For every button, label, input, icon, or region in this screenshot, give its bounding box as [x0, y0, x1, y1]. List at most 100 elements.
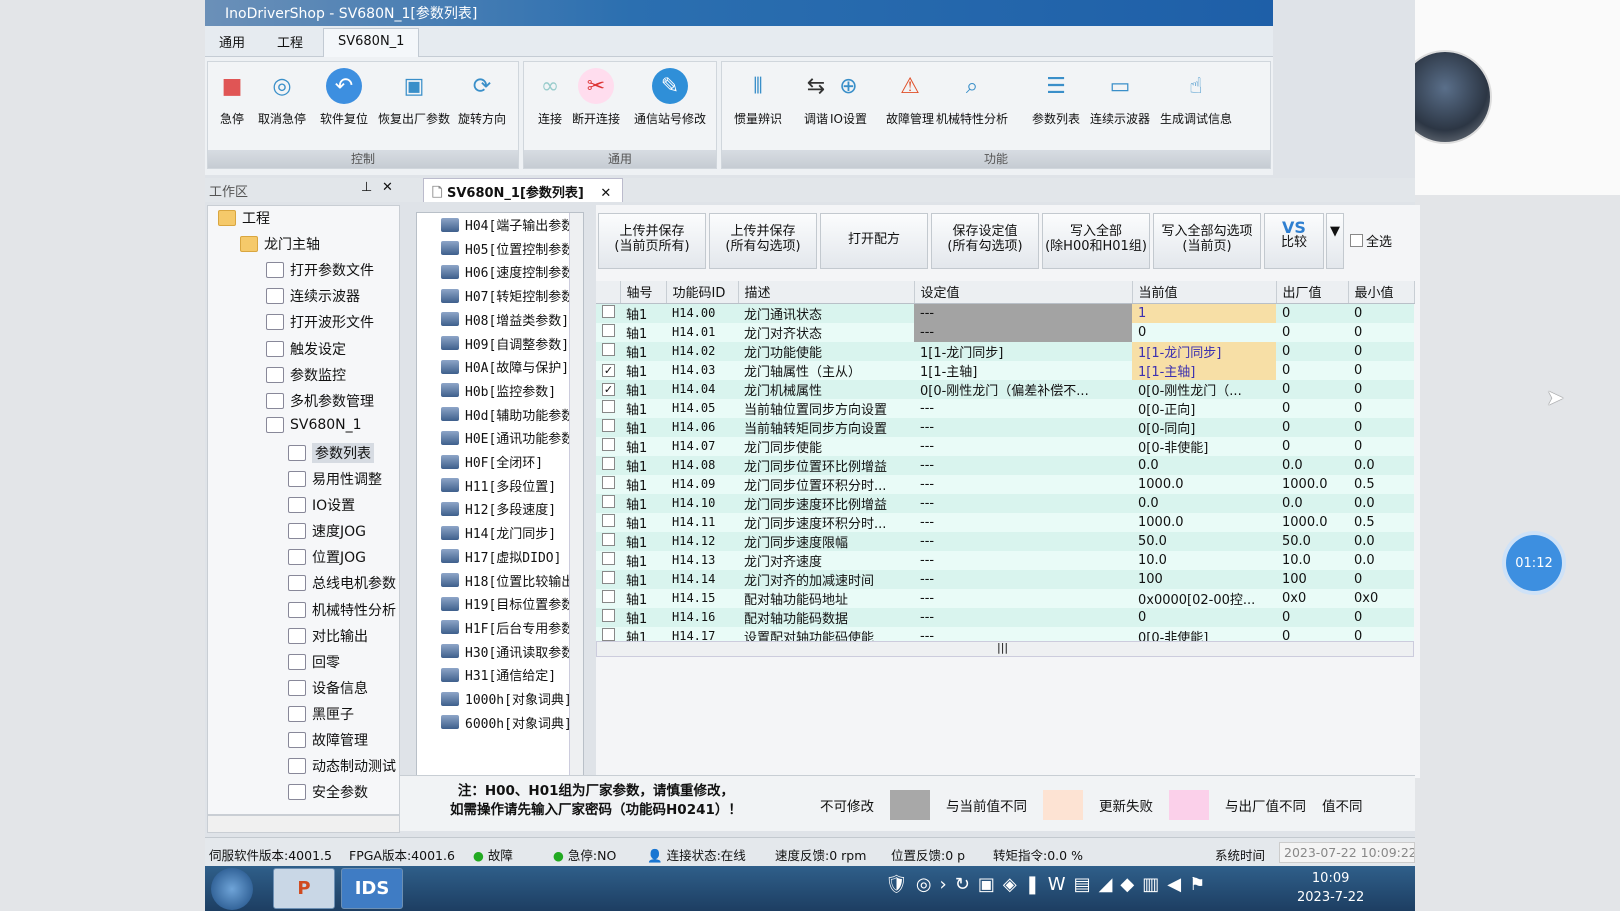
param-group-item[interactable]: H30[通讯读取参数]: [441, 642, 582, 661]
set-value-cell[interactable]: ---: [914, 607, 1132, 627]
tab-general[interactable]: 通用: [219, 32, 245, 51]
param-group-item[interactable]: H11[多段位置]: [441, 476, 556, 495]
param-group-item[interactable]: H04[端子输出参数]: [441, 215, 582, 234]
close-icon[interactable]: ✕: [382, 180, 393, 195]
toolbar-button[interactable]: 写入全部勾选项 (当前页): [1153, 213, 1261, 269]
row-checkbox-cell[interactable]: ✓: [596, 360, 620, 380]
table-row[interactable]: 轴1 H14.10 龙门同步速度环比例增益 --- 0.0 0.0 0.0: [596, 493, 1414, 513]
clock[interactable]: 10:09 2023-7-22: [1297, 869, 1364, 907]
param-group-item[interactable]: H31[通信给定]: [441, 665, 556, 684]
param-group-item[interactable]: H05[位置控制参数]: [441, 239, 582, 258]
set-value-cell[interactable]: ---: [914, 303, 1132, 323]
toolbar-button[interactable]: 上传并保存 (当前页所有): [598, 213, 706, 269]
row-checkbox-cell[interactable]: [596, 493, 620, 513]
column-header[interactable]: 设定值: [914, 281, 1133, 304]
compare-dropdown-icon[interactable]: ▼: [1326, 213, 1344, 269]
table-scrollbar[interactable]: |||: [596, 641, 1414, 657]
param-group-item[interactable]: H17[虚拟DIDO]: [441, 547, 561, 566]
row-checkbox[interactable]: [602, 342, 615, 356]
set-value-cell[interactable]: ---: [914, 398, 1132, 418]
param-group-item[interactable]: H19[目标位置参数]: [441, 594, 582, 613]
table-row[interactable]: 轴1 H14.09 龙门同步位置环积分时... --- 1000.0 1000.0 0.5: [596, 474, 1414, 494]
table-row[interactable]: 轴1 H14.02 龙门功能使能 1[1-龙门同步] 1[1-龙门同步] 0 0: [596, 341, 1414, 361]
连续示波器-button[interactable]: ▭ 连续示波器: [1090, 68, 1150, 127]
table-row[interactable]: 轴1 H14.15 配对轴功能码地址 --- 0x0000[02-00控... 0x0 0x…: [596, 588, 1414, 608]
tree-item[interactable]: 龙门主轴: [240, 234, 320, 254]
参数列表-button[interactable]: ☰ 参数列表: [1032, 68, 1080, 127]
IO设置-button[interactable]: ⊕ IO设置: [830, 68, 867, 127]
table-row[interactable]: 轴1 H14.14 龙门对齐的加减速时间 --- 100 100 0: [596, 569, 1414, 589]
row-checkbox[interactable]: ✓: [602, 363, 615, 377]
table-row[interactable]: 轴1 H14.12 龙门同步速度限幅 --- 50.0 50.0 0.0: [596, 531, 1414, 551]
column-header[interactable]: 出厂值: [1276, 281, 1349, 304]
toolbar-button[interactable]: 上传并保存 (所有勾选项): [709, 213, 817, 269]
tree-item[interactable]: 动态制动测试: [288, 756, 396, 776]
恢复出厂参数-button[interactable]: ▣ 恢复出厂参数: [378, 68, 450, 127]
row-checkbox[interactable]: [602, 418, 615, 432]
row-checkbox[interactable]: [602, 570, 615, 584]
param-group-item[interactable]: 6000h[对象词典]: [441, 713, 572, 732]
close-tab-icon[interactable]: ✕: [600, 186, 611, 201]
horizontal-scrollbar[interactable]: [207, 815, 400, 833]
生成调试信息-button[interactable]: ☝ 生成调试信息: [1160, 68, 1232, 127]
row-checkbox[interactable]: ✓: [602, 382, 615, 396]
set-value-cell[interactable]: ---: [914, 493, 1132, 513]
checkbox[interactable]: [1350, 234, 1363, 247]
document-tab[interactable]: 🗋 SV680N_1[参数列表] ✕: [423, 178, 623, 202]
tree-item[interactable]: 总线电机参数: [288, 573, 396, 593]
row-checkbox-cell[interactable]: ✓: [596, 379, 620, 399]
param-group-item[interactable]: H0d[辅助功能参数]: [441, 405, 582, 424]
param-group-item[interactable]: H0b[监控参数]: [441, 381, 556, 400]
set-value-cell[interactable]: 0[0-刚性龙门（偏差补偿不...: [914, 379, 1132, 399]
row-checkbox-cell[interactable]: [596, 436, 620, 456]
tree-item[interactable]: 机械特性分析: [288, 600, 396, 620]
param-group-item[interactable]: H0E[通讯功能参数]: [441, 428, 582, 447]
param-group-item[interactable]: H07[转矩控制参数]: [441, 286, 582, 305]
tree-item[interactable]: 打开参数文件: [266, 260, 374, 280]
param-group-item[interactable]: H06[速度控制参数]: [441, 262, 582, 281]
tree-item[interactable]: 多机参数管理: [266, 391, 374, 411]
row-checkbox-cell[interactable]: [596, 341, 620, 361]
row-checkbox[interactable]: [602, 456, 615, 470]
row-checkbox[interactable]: [602, 551, 615, 565]
tree-item[interactable]: 对比输出: [288, 626, 368, 646]
param-group-item[interactable]: H12[多段速度]: [441, 499, 556, 518]
start-button[interactable]: [211, 868, 253, 910]
row-checkbox-cell[interactable]: [596, 588, 620, 608]
table-row[interactable]: 轴1 H14.08 龙门同步位置环比例增益 --- 0.0 0.0 0.0: [596, 455, 1414, 475]
set-value-cell[interactable]: ---: [914, 569, 1132, 589]
row-checkbox[interactable]: [602, 475, 615, 489]
row-checkbox[interactable]: [602, 532, 615, 546]
软件复位-button[interactable]: ↶ 软件复位: [320, 68, 368, 127]
row-checkbox[interactable]: [602, 437, 615, 451]
set-value-cell[interactable]: ---: [914, 417, 1132, 437]
table-row[interactable]: 轴1 H14.06 当前轴转矩同步方向设置 --- 0[0-同向] 0 0: [596, 417, 1414, 437]
旋转方向-button[interactable]: ⟳ 旋转方向: [458, 68, 506, 127]
row-checkbox[interactable]: [602, 399, 615, 413]
table-row[interactable]: 轴1 H14.13 龙门对齐速度 --- 10.0 10.0 0.0: [596, 550, 1414, 570]
row-checkbox-cell[interactable]: [596, 455, 620, 475]
row-checkbox-cell[interactable]: [596, 569, 620, 589]
column-header[interactable]: 轴号: [620, 281, 667, 304]
tab-project[interactable]: 工程: [277, 32, 303, 51]
tree-item[interactable]: IO设置: [288, 495, 355, 515]
急停-button[interactable]: ■ 急停: [214, 68, 250, 127]
row-checkbox-cell[interactable]: [596, 474, 620, 494]
row-checkbox-cell[interactable]: [596, 303, 620, 323]
set-value-cell[interactable]: ---: [914, 588, 1132, 608]
set-value-cell[interactable]: ---: [914, 531, 1132, 551]
row-checkbox[interactable]: [602, 494, 615, 508]
toolbar-button[interactable]: 写入全部 (除H00和H01组): [1042, 213, 1150, 269]
row-checkbox[interactable]: [602, 513, 615, 527]
tree-item[interactable]: 故障管理: [288, 730, 368, 750]
row-checkbox-cell[interactable]: [596, 322, 620, 342]
row-checkbox-cell[interactable]: [596, 550, 620, 570]
row-checkbox[interactable]: [602, 323, 615, 337]
tree-item[interactable]: 易用性调整: [288, 469, 382, 489]
tree-item[interactable]: 设备信息: [288, 678, 368, 698]
row-checkbox[interactable]: [602, 608, 615, 622]
row-checkbox-cell[interactable]: [596, 512, 620, 532]
param-group-item[interactable]: H09[自调整参数]: [441, 334, 569, 353]
column-header[interactable]: 当前值: [1132, 281, 1277, 304]
param-group-item[interactable]: H0F[全闭环]: [441, 452, 543, 471]
